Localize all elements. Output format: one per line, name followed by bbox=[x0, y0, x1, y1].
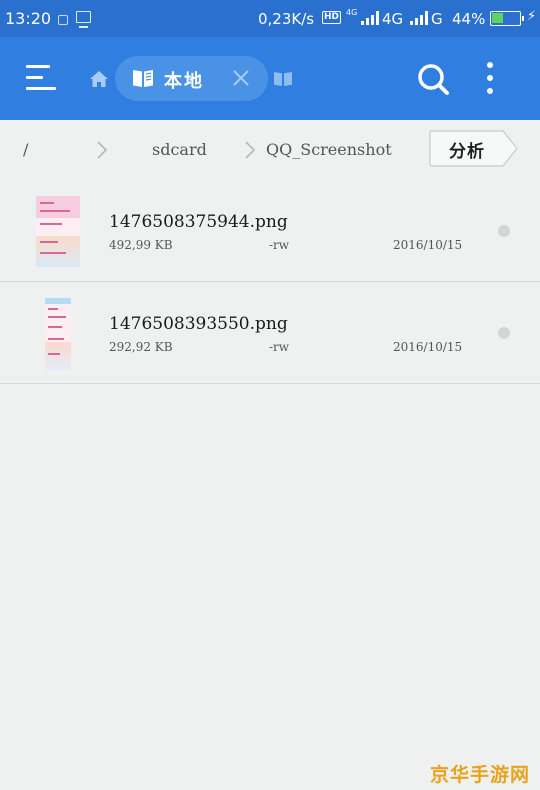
network-type-primary: 4G bbox=[382, 10, 404, 28]
chevron-right-icon bbox=[245, 141, 256, 159]
signal-strength-icon-2 bbox=[410, 11, 428, 25]
list-item[interactable]: 1476508375944.png 492,99 KB -rw 2016/10/… bbox=[0, 180, 540, 282]
file-date: 2016/10/15 bbox=[393, 238, 463, 252]
home-icon[interactable] bbox=[89, 70, 109, 88]
tab-local[interactable]: 本地 bbox=[115, 56, 268, 101]
select-checkbox[interactable] bbox=[498, 225, 510, 237]
breadcrumb: / sdcard QQ_Screenshot 分析 bbox=[0, 120, 540, 180]
tab-label: 本地 bbox=[164, 71, 204, 92]
signal-strength-icon bbox=[361, 11, 379, 25]
file-size: 292,92 KB bbox=[109, 340, 173, 354]
charging-icon: ⚡ bbox=[527, 9, 537, 24]
data-activity-icon: 4G bbox=[346, 8, 358, 17]
file-name: 1476508393550.png bbox=[109, 314, 288, 334]
breadcrumb-sdcard[interactable]: sdcard bbox=[152, 140, 207, 159]
status-bar: 13:20 0,23K/s HD 4G 4G G 44% ⚡ bbox=[0, 0, 540, 37]
search-icon[interactable] bbox=[416, 62, 450, 96]
file-permissions: -rw bbox=[269, 340, 290, 354]
status-time: 13:20 bbox=[5, 9, 52, 28]
file-size: 492,99 KB bbox=[109, 238, 173, 252]
file-thumbnail bbox=[45, 298, 71, 370]
new-tab-book-icon[interactable] bbox=[273, 70, 293, 87]
close-icon[interactable] bbox=[231, 68, 251, 88]
file-list: 1476508375944.png 492,99 KB -rw 2016/10/… bbox=[0, 180, 540, 384]
screen-notification-icon bbox=[76, 11, 91, 28]
select-checkbox[interactable] bbox=[498, 327, 510, 339]
analyze-label: 分析 bbox=[449, 142, 485, 162]
file-permissions: -rw bbox=[269, 238, 290, 252]
list-item[interactable]: 1476508393550.png 292,92 KB -rw 2016/10/… bbox=[0, 282, 540, 384]
chevron-right-icon bbox=[97, 141, 108, 159]
file-name: 1476508375944.png bbox=[109, 212, 288, 232]
battery-level-fill bbox=[492, 13, 504, 23]
notification-app-icon bbox=[58, 15, 68, 25]
file-date: 2016/10/15 bbox=[393, 340, 463, 354]
menu-button[interactable] bbox=[26, 65, 56, 91]
watermark-text: 京华手游网 bbox=[430, 764, 531, 786]
file-thumbnail bbox=[36, 196, 80, 267]
more-options-icon[interactable] bbox=[480, 62, 500, 96]
network-speed: 0,23K/s bbox=[258, 10, 315, 28]
breadcrumb-qq-screenshot[interactable]: QQ_Screenshot bbox=[266, 140, 392, 159]
hd-voice-icon: HD bbox=[322, 11, 342, 24]
network-type-secondary: G bbox=[431, 10, 443, 28]
book-icon bbox=[133, 70, 153, 87]
battery-percent: 44% bbox=[452, 10, 486, 28]
breadcrumb-root[interactable]: / bbox=[23, 140, 28, 159]
battery-icon bbox=[490, 11, 524, 26]
app-toolbar: 本地 bbox=[0, 37, 540, 120]
analyze-button[interactable]: 分析 bbox=[429, 130, 519, 167]
